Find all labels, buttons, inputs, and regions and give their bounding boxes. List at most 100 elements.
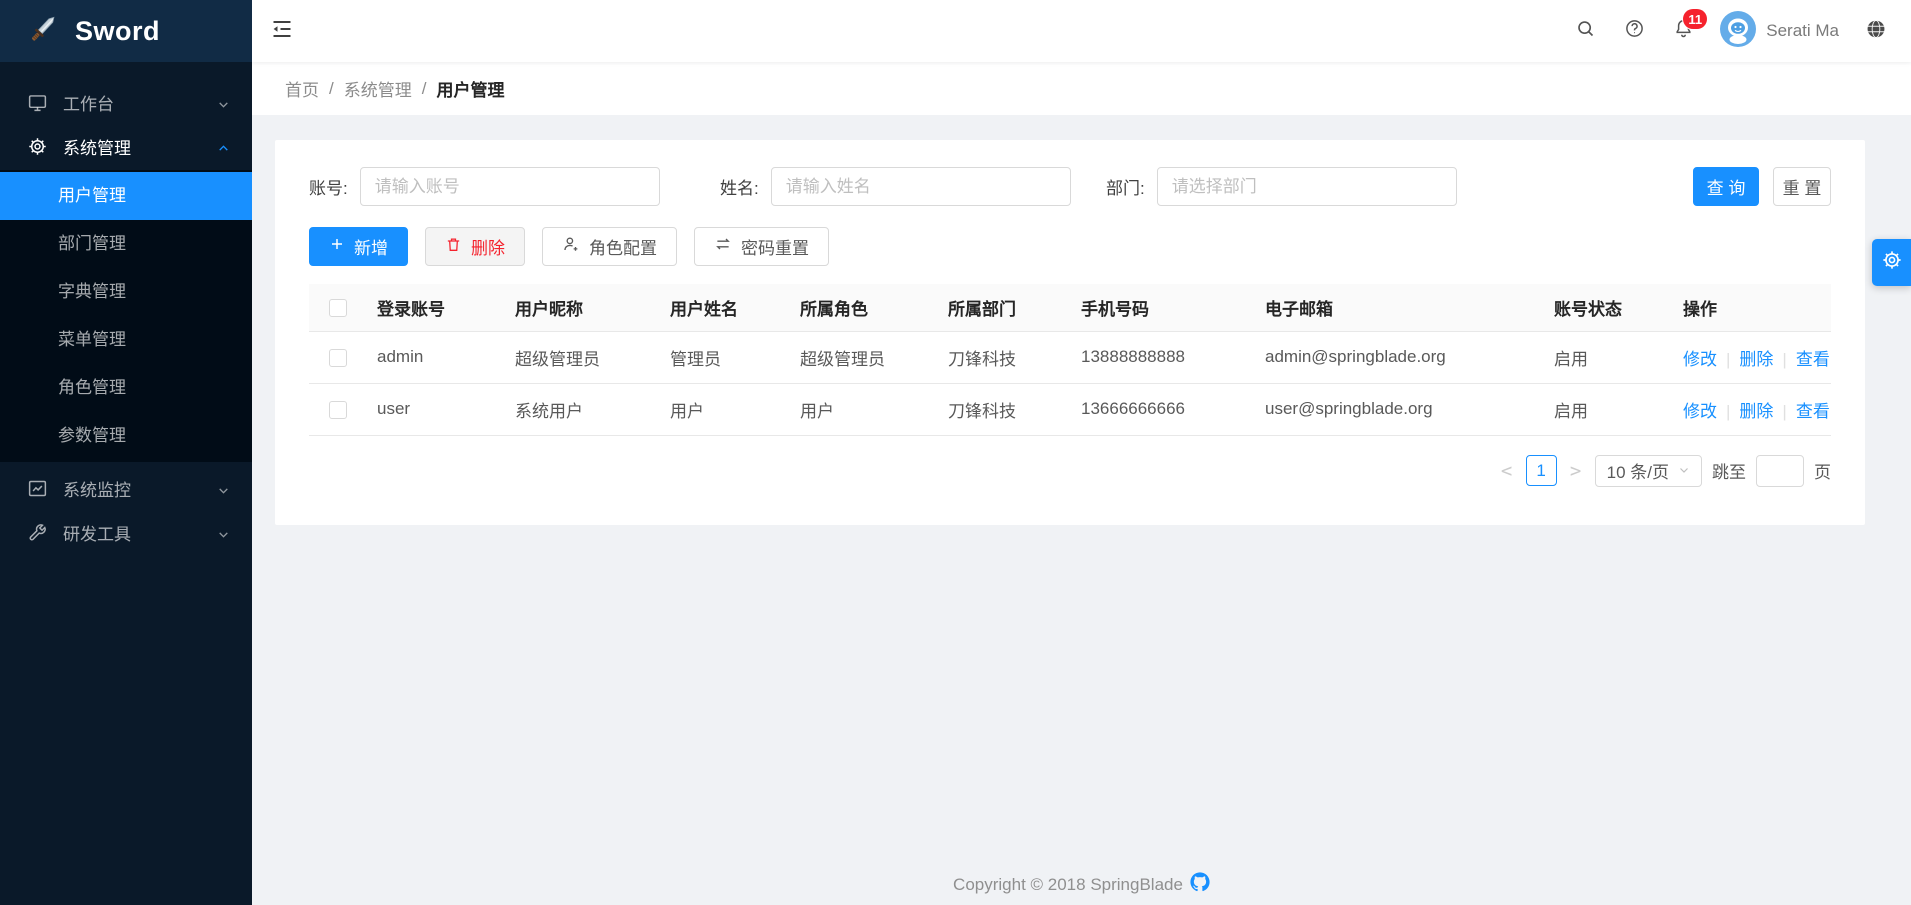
filter-actions: 查 询 重 置 bbox=[1693, 167, 1831, 206]
topbar-right: 11 Serati Ma bbox=[1561, 0, 1911, 62]
add-button[interactable]: 新增 bbox=[309, 227, 408, 266]
sidebar-item-system-mgmt[interactable]: 系统管理 bbox=[0, 126, 252, 166]
col-account: 登录账号 bbox=[361, 284, 499, 331]
action-divider: | bbox=[1726, 402, 1730, 421]
pagination: < 1 > 10 条/页 跳至 页 bbox=[275, 455, 1865, 487]
user-menu[interactable]: Serati Ma bbox=[1708, 0, 1851, 62]
sidebar-collapse-button[interactable] bbox=[252, 0, 312, 62]
name-input[interactable] bbox=[771, 167, 1071, 206]
sidebar-item-workbench[interactable]: 工作台 bbox=[0, 82, 252, 122]
breadcrumb-section[interactable]: 系统管理 bbox=[344, 76, 412, 101]
sidebar-item-dept-mgmt[interactable]: 部门管理 bbox=[0, 220, 252, 268]
cell-dept: 刀锋科技 bbox=[932, 383, 1065, 435]
prev-page-button[interactable]: < bbox=[1498, 460, 1516, 482]
role-config-button[interactable]: 角色配置 bbox=[542, 227, 677, 266]
page-unit-label: 页 bbox=[1814, 458, 1831, 483]
chart-icon bbox=[27, 478, 48, 499]
edit-link[interactable]: 修改 bbox=[1683, 402, 1717, 421]
role-config-button-label: 角色配置 bbox=[589, 234, 657, 259]
toolbar: 新增 删除 角色配置 bbox=[275, 227, 1865, 266]
trash-icon bbox=[445, 236, 462, 258]
table-row: admin 超级管理员 管理员 超级管理员 刀锋科技 13888888888 a… bbox=[309, 331, 1831, 383]
sidebar-submenu-system: 用户管理 部门管理 字典管理 菜单管理 角色管理 参数管理 bbox=[0, 170, 252, 462]
chevron-down-icon bbox=[217, 482, 230, 495]
theme-settings-button[interactable] bbox=[1872, 239, 1911, 286]
table-row: user 系统用户 用户 用户 刀锋科技 13666666666 user@sp… bbox=[309, 383, 1831, 435]
search-icon bbox=[1575, 18, 1596, 44]
cell-nickname: 超级管理员 bbox=[499, 331, 654, 383]
cell-status: 启用 bbox=[1538, 331, 1667, 383]
gear-icon bbox=[1881, 249, 1903, 276]
sidebar-item-dict-mgmt[interactable]: 字典管理 bbox=[0, 268, 252, 316]
filter-dept: 部门: bbox=[1106, 167, 1693, 206]
page-size-value: 10 条/页 bbox=[1607, 458, 1669, 483]
monitor-icon bbox=[27, 92, 48, 113]
page-content: 账号: 姓名: 部门: 查 询 重 置 bbox=[252, 115, 1911, 905]
col-status: 账号状态 bbox=[1538, 284, 1667, 331]
view-link[interactable]: 查看 bbox=[1796, 402, 1830, 421]
avatar bbox=[1720, 11, 1756, 52]
cell-role: 用户 bbox=[784, 383, 932, 435]
breadcrumb-current: 用户管理 bbox=[436, 76, 504, 101]
jump-page-input[interactable] bbox=[1756, 455, 1804, 487]
globe-icon bbox=[1865, 18, 1887, 45]
breadcrumb-separator: / bbox=[329, 79, 334, 99]
dept-select[interactable] bbox=[1157, 167, 1457, 206]
sidebar-item-user-mgmt[interactable]: 用户管理 bbox=[0, 172, 252, 220]
password-reset-button[interactable]: 密码重置 bbox=[694, 227, 829, 266]
page-size-select[interactable]: 10 条/页 bbox=[1595, 455, 1702, 487]
filter-account: 账号: bbox=[309, 167, 720, 206]
action-divider: | bbox=[1782, 350, 1786, 369]
password-reset-button-label: 密码重置 bbox=[741, 234, 809, 259]
plus-icon bbox=[329, 236, 345, 257]
notifications-button[interactable]: 11 bbox=[1659, 0, 1708, 62]
dept-label: 部门: bbox=[1106, 174, 1145, 199]
delete-button[interactable]: 删除 bbox=[425, 227, 525, 266]
search-button[interactable] bbox=[1561, 0, 1610, 62]
wrench-icon bbox=[27, 522, 48, 543]
view-link[interactable]: 查看 bbox=[1796, 350, 1830, 369]
breadcrumb-home[interactable]: 首页 bbox=[285, 76, 319, 101]
col-dept: 所属部门 bbox=[932, 284, 1065, 331]
account-label: 账号: bbox=[309, 174, 348, 199]
delete-link[interactable]: 删除 bbox=[1739, 350, 1773, 369]
help-button[interactable] bbox=[1610, 0, 1659, 62]
edit-link[interactable]: 修改 bbox=[1683, 350, 1717, 369]
sidebar-item-label: 工作台 bbox=[63, 90, 114, 115]
cell-dept: 刀锋科技 bbox=[932, 331, 1065, 383]
app-title: Sword bbox=[75, 16, 160, 47]
search-submit-button[interactable]: 查 询 bbox=[1693, 167, 1759, 206]
next-page-button[interactable]: > bbox=[1567, 460, 1585, 482]
sword-icon bbox=[26, 12, 60, 51]
sidebar-item-menu-mgmt[interactable]: 菜单管理 bbox=[0, 316, 252, 364]
account-input[interactable] bbox=[360, 167, 660, 206]
col-phone: 手机号码 bbox=[1065, 284, 1249, 331]
menu-fold-icon bbox=[270, 17, 294, 46]
language-button[interactable] bbox=[1851, 0, 1901, 62]
github-icon[interactable] bbox=[1190, 872, 1210, 897]
row-checkbox[interactable] bbox=[329, 401, 347, 419]
sidebar-item-dev-tools[interactable]: 研发工具 bbox=[0, 512, 252, 552]
page-number[interactable]: 1 bbox=[1526, 455, 1557, 486]
username: Serati Ma bbox=[1766, 21, 1839, 41]
sidebar-item-param-mgmt[interactable]: 参数管理 bbox=[0, 412, 252, 460]
question-circle-icon bbox=[1624, 18, 1645, 44]
footer: Copyright © 2018 SpringBlade bbox=[252, 872, 1911, 905]
delete-link[interactable]: 删除 bbox=[1739, 402, 1773, 421]
select-all-checkbox[interactable] bbox=[329, 299, 347, 317]
col-role: 所属角色 bbox=[784, 284, 932, 331]
notification-badge: 11 bbox=[1683, 9, 1707, 29]
sidebar-item-system-monitor[interactable]: 系统监控 bbox=[0, 468, 252, 508]
sidebar: Sword 工作台 系统管理 bbox=[0, 0, 252, 905]
breadcrumb: 首页 / 系统管理 / 用户管理 bbox=[252, 62, 1911, 115]
topbar: 11 Serati Ma bbox=[252, 0, 1911, 62]
row-checkbox[interactable] bbox=[329, 349, 347, 367]
app-logo[interactable]: Sword bbox=[0, 0, 252, 62]
col-nickname: 用户昵称 bbox=[499, 284, 654, 331]
reset-button[interactable]: 重 置 bbox=[1773, 167, 1831, 206]
col-email: 电子邮箱 bbox=[1249, 284, 1538, 331]
sidebar-item-role-mgmt[interactable]: 角色管理 bbox=[0, 364, 252, 412]
copyright-text: Copyright © 2018 SpringBlade bbox=[953, 875, 1183, 895]
cell-email: admin@springblade.org bbox=[1249, 331, 1538, 383]
add-button-label: 新增 bbox=[354, 234, 388, 259]
